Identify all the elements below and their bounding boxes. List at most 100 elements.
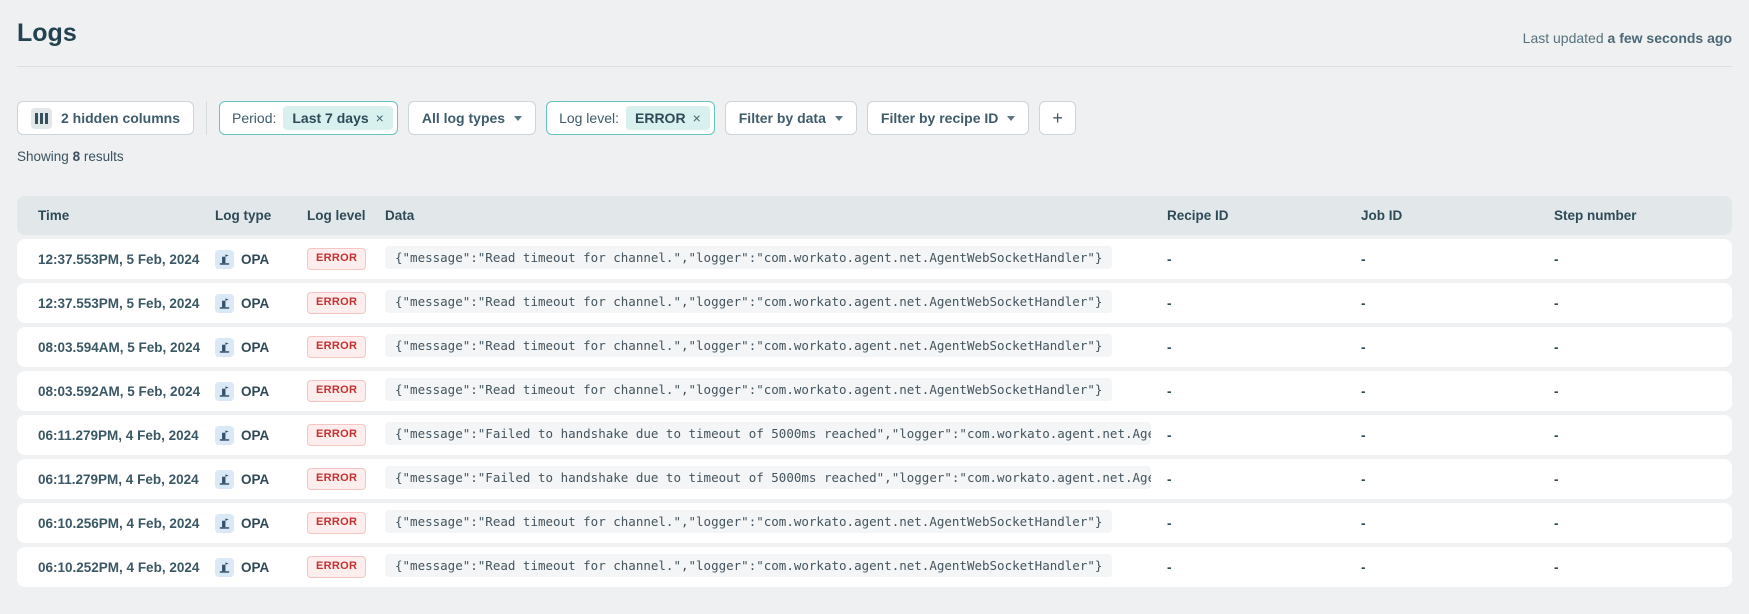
table-row[interactable]: 08:03.594AM, 5 Feb, 2024 OPA ERROR {"mes… [17, 327, 1732, 367]
period-filter-label: Period: [232, 110, 277, 126]
log-data-message[interactable]: {"message":"Read timeout for channel.","… [385, 334, 1113, 357]
table-row[interactable]: 06:10.252PM, 4 Feb, 2024 OPA ERROR {"mes… [17, 547, 1732, 587]
log-time: 06:10.256PM, 4 Feb, 2024 [38, 515, 200, 531]
step-number-cell: - [1554, 559, 1559, 575]
log-level-badge: ERROR [307, 468, 367, 490]
log-data-message[interactable]: {"message":"Read timeout for channel.","… [385, 554, 1113, 577]
table-row[interactable]: 06:10.256PM, 4 Feb, 2024 OPA ERROR {"mes… [17, 503, 1732, 543]
table-row[interactable]: 12:37.553PM, 5 Feb, 2024 OPA ERROR {"mes… [17, 239, 1732, 279]
log-time: 12:37.553PM, 5 Feb, 2024 [38, 251, 200, 267]
period-remove-icon[interactable]: × [376, 111, 384, 125]
last-updated-value: a few seconds ago [1607, 30, 1732, 46]
column-header-time: Time [38, 208, 70, 223]
page-title: Logs [17, 19, 77, 47]
log-data-message[interactable]: {"message":"Read timeout for channel.","… [385, 378, 1113, 401]
job-id-cell: - [1361, 383, 1366, 399]
period-filter-value: Last 7 days × [283, 106, 393, 130]
log-level-filter-chip[interactable]: Log level: ERROR × [546, 101, 715, 135]
period-value-text: Last 7 days [292, 110, 369, 126]
job-id-cell: - [1361, 427, 1366, 443]
step-number-cell: - [1554, 295, 1559, 311]
log-level-badge: ERROR [307, 512, 367, 534]
opa-agent-icon [215, 293, 234, 313]
opa-agent-icon [215, 249, 234, 269]
log-type-label: OPA [241, 251, 270, 267]
chevron-down-icon [514, 115, 523, 121]
opa-agent-icon [215, 337, 234, 357]
log-level-badge: ERROR [307, 380, 367, 402]
hidden-columns-label: 2 hidden columns [61, 110, 181, 126]
step-number-cell: - [1554, 471, 1559, 487]
opa-agent-icon [215, 425, 234, 445]
log-data-cell: {"message":"Read timeout for channel.","… [385, 334, 1167, 360]
add-filter-button[interactable]: + [1039, 101, 1076, 135]
log-data-message[interactable]: {"message":"Failed to handshake due to t… [385, 422, 1152, 445]
column-header-log-level: Log level [307, 208, 366, 223]
log-level-badge: ERROR [307, 292, 367, 314]
log-data-message[interactable]: {"message":"Read timeout for channel.","… [385, 290, 1113, 313]
log-level-cell: ERROR [307, 556, 385, 578]
log-type-cell: OPA [215, 557, 307, 577]
log-data-cell: {"message":"Read timeout for channel.","… [385, 510, 1167, 536]
log-level-remove-icon[interactable]: × [693, 111, 701, 125]
column-header-recipe-id: Recipe ID [1167, 208, 1229, 223]
period-filter-chip[interactable]: Period: Last 7 days × [219, 101, 398, 135]
log-level-cell: ERROR [307, 336, 385, 358]
log-level-cell: ERROR [307, 512, 385, 534]
recipe-id-cell: - [1167, 295, 1172, 311]
filter-by-recipe-dropdown[interactable]: Filter by recipe ID [866, 101, 1030, 135]
recipe-id-cell: - [1167, 339, 1172, 355]
log-level-cell: ERROR [307, 248, 385, 270]
log-data-message[interactable]: {"message":"Read timeout for channel.","… [385, 246, 1113, 269]
log-type-label: OPA [241, 427, 270, 443]
columns-icon [31, 107, 52, 129]
log-type-label: OPA [241, 339, 270, 355]
log-type-label: OPA [241, 559, 270, 575]
table-row[interactable]: 06:11.279PM, 4 Feb, 2024 OPA ERROR {"mes… [17, 459, 1732, 499]
log-data-cell: {"message":"Failed to handshake due to t… [385, 422, 1167, 448]
plus-icon: + [1052, 107, 1063, 128]
toolbar-separator [206, 101, 208, 135]
recipe-id-cell: - [1167, 471, 1172, 487]
job-id-cell: - [1361, 251, 1366, 267]
log-type-cell: OPA [215, 337, 307, 357]
log-level-value-text: ERROR [635, 110, 686, 126]
log-time: 08:03.592AM, 5 Feb, 2024 [38, 383, 201, 399]
log-type-cell: OPA [215, 469, 307, 489]
results-number: 8 [72, 149, 81, 164]
last-updated: Last updated a few seconds ago [1523, 30, 1732, 48]
log-data-message[interactable]: {"message":"Read timeout for channel.","… [385, 510, 1113, 533]
log-level-badge: ERROR [307, 424, 367, 446]
log-data-cell: {"message":"Read timeout for channel.","… [385, 378, 1167, 404]
step-number-cell: - [1554, 251, 1559, 267]
job-id-cell: - [1361, 471, 1366, 487]
log-type-label: OPA [241, 515, 270, 531]
chevron-down-icon [834, 115, 843, 121]
log-level-cell: ERROR [307, 424, 385, 446]
table-row[interactable]: 08:03.592AM, 5 Feb, 2024 OPA ERROR {"mes… [17, 371, 1732, 411]
column-header-log-type: Log type [215, 208, 272, 223]
log-types-dropdown[interactable]: All log types [407, 101, 537, 135]
log-type-cell: OPA [215, 425, 307, 445]
results-count: Showing 8 results [17, 149, 1732, 164]
step-number-cell: - [1554, 427, 1559, 443]
table-row[interactable]: 12:37.553PM, 5 Feb, 2024 OPA ERROR {"mes… [17, 283, 1732, 323]
log-data-cell: {"message":"Read timeout for channel.","… [385, 554, 1167, 580]
recipe-id-cell: - [1167, 383, 1172, 399]
log-data-message[interactable]: {"message":"Failed to handshake due to t… [385, 466, 1152, 489]
opa-agent-icon [215, 469, 234, 489]
opa-agent-icon [215, 381, 234, 401]
table-row[interactable]: 06:11.279PM, 4 Feb, 2024 OPA ERROR {"mes… [17, 415, 1732, 455]
filter-by-data-dropdown[interactable]: Filter by data [724, 101, 857, 135]
log-time: 12:37.553PM, 5 Feb, 2024 [38, 295, 200, 311]
recipe-id-cell: - [1167, 515, 1172, 531]
logs-table: Time Log type Log level Data Recipe ID J… [17, 196, 1732, 587]
column-header-data: Data [385, 208, 415, 223]
hidden-columns-button[interactable]: 2 hidden columns [17, 101, 195, 135]
log-type-cell: OPA [215, 249, 307, 269]
log-type-cell: OPA [215, 381, 307, 401]
log-type-cell: OPA [215, 293, 307, 313]
log-types-label: All log types [421, 110, 506, 126]
job-id-cell: - [1361, 339, 1366, 355]
table-header-row: Time Log type Log level Data Recipe ID J… [17, 196, 1732, 235]
